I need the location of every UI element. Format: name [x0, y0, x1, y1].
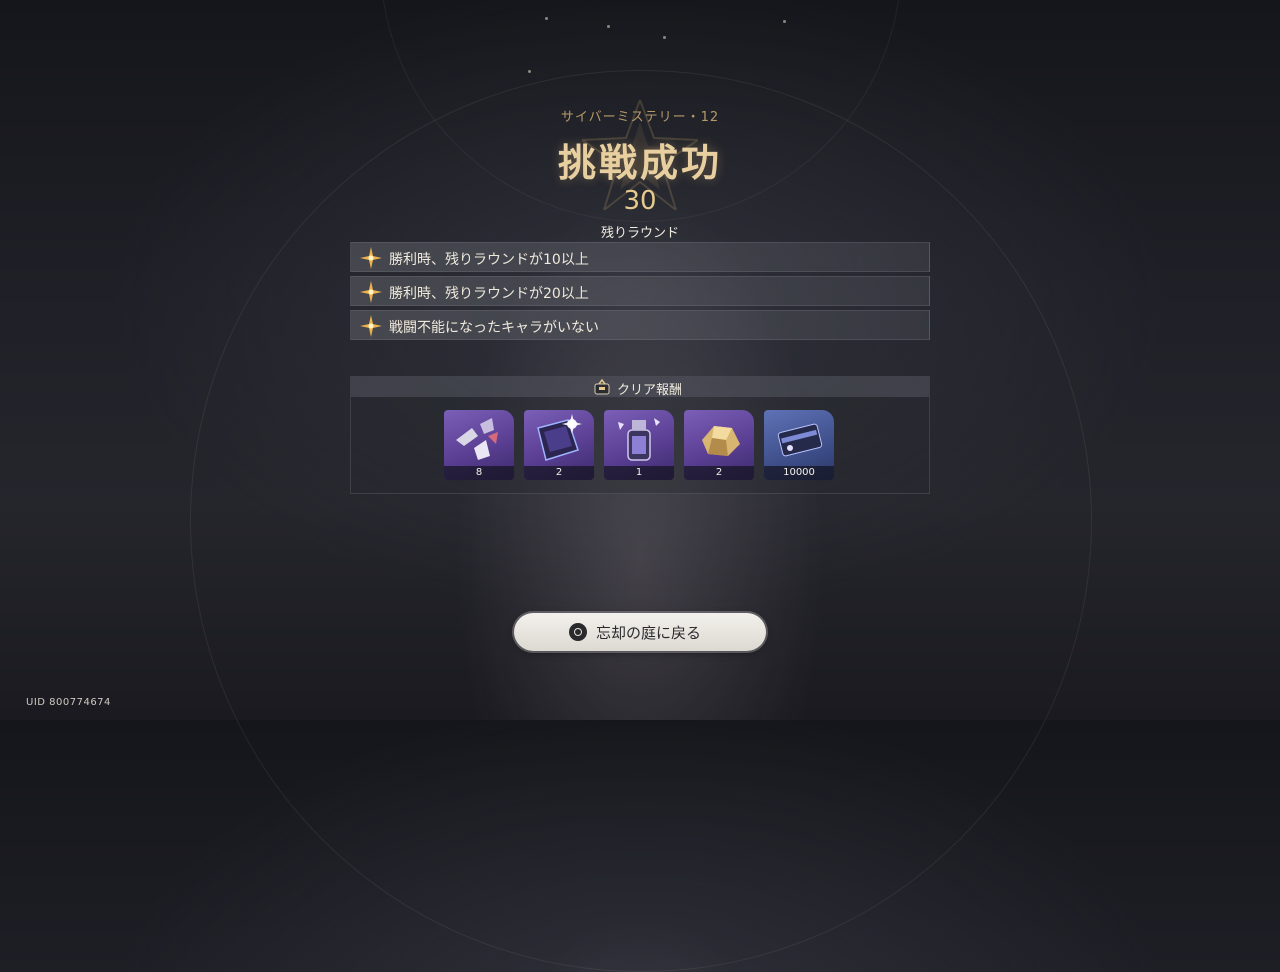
reward-count: 10000	[764, 466, 834, 480]
result-title: 挑戦成功	[557, 141, 722, 185]
gold-ore-icon	[702, 426, 740, 456]
return-to-garden-button[interactable]: 忘却の庭に戻る	[514, 613, 766, 651]
reward-count: 2	[524, 466, 594, 480]
potion-vial-icon	[618, 418, 660, 461]
sparkle-star-icon	[360, 315, 382, 337]
condition-row: 勝利時、残りラウンドが20以上	[350, 276, 930, 306]
glowing-book-icon	[537, 414, 582, 461]
rewards-title: クリア報酬	[617, 383, 683, 398]
rewards-header: クリア報酬	[351, 377, 929, 398]
reward-item[interactable]: 8	[444, 410, 514, 480]
star-dot	[663, 36, 666, 39]
condition-row: 勝利時、残りラウンドが10以上	[350, 242, 930, 272]
sparkle-star-icon	[360, 281, 382, 303]
reward-count: 2	[684, 466, 754, 480]
player-uid: UID 800774674	[26, 697, 111, 708]
star-conditions-list: 勝利時、残りラウンドが10以上 勝利時、残りラウンドが20以上 戦闘不能になった…	[350, 242, 930, 344]
credit-card-icon	[777, 423, 823, 457]
remaining-rounds-value: 30	[623, 186, 657, 216]
reward-item[interactable]: 2	[684, 410, 754, 480]
reward-chest-icon	[594, 379, 610, 395]
reward-item[interactable]: 10000	[764, 410, 834, 480]
star-dot	[607, 25, 610, 28]
reward-item[interactable]: 2	[524, 410, 594, 480]
crystal-shards-icon	[456, 418, 498, 460]
reward-count: 8	[444, 466, 514, 480]
condition-text: 勝利時、残りラウンドが10以上	[389, 252, 589, 268]
stage-subtitle: サイバーミステリー・12	[560, 110, 720, 125]
return-button-label: 忘却の庭に戻る	[596, 624, 702, 642]
star-dot	[545, 17, 548, 20]
condition-row: 戦闘不能になったキャラがいない	[350, 310, 930, 340]
star-dot	[528, 70, 531, 73]
reward-items: 8 2 1 2 10000	[444, 410, 844, 480]
reward-count: 1	[604, 466, 674, 480]
star-dot	[783, 20, 786, 23]
circle-button-icon	[569, 623, 587, 641]
reward-item[interactable]: 1	[604, 410, 674, 480]
remaining-rounds-label: 残りラウンド	[600, 226, 679, 241]
sparkle-star-icon	[360, 247, 382, 269]
condition-text: 勝利時、残りラウンドが20以上	[389, 286, 589, 302]
clear-rewards-panel: クリア報酬 8 2 1 2 10000	[350, 376, 930, 494]
condition-text: 戦闘不能になったキャラがいない	[389, 320, 599, 336]
